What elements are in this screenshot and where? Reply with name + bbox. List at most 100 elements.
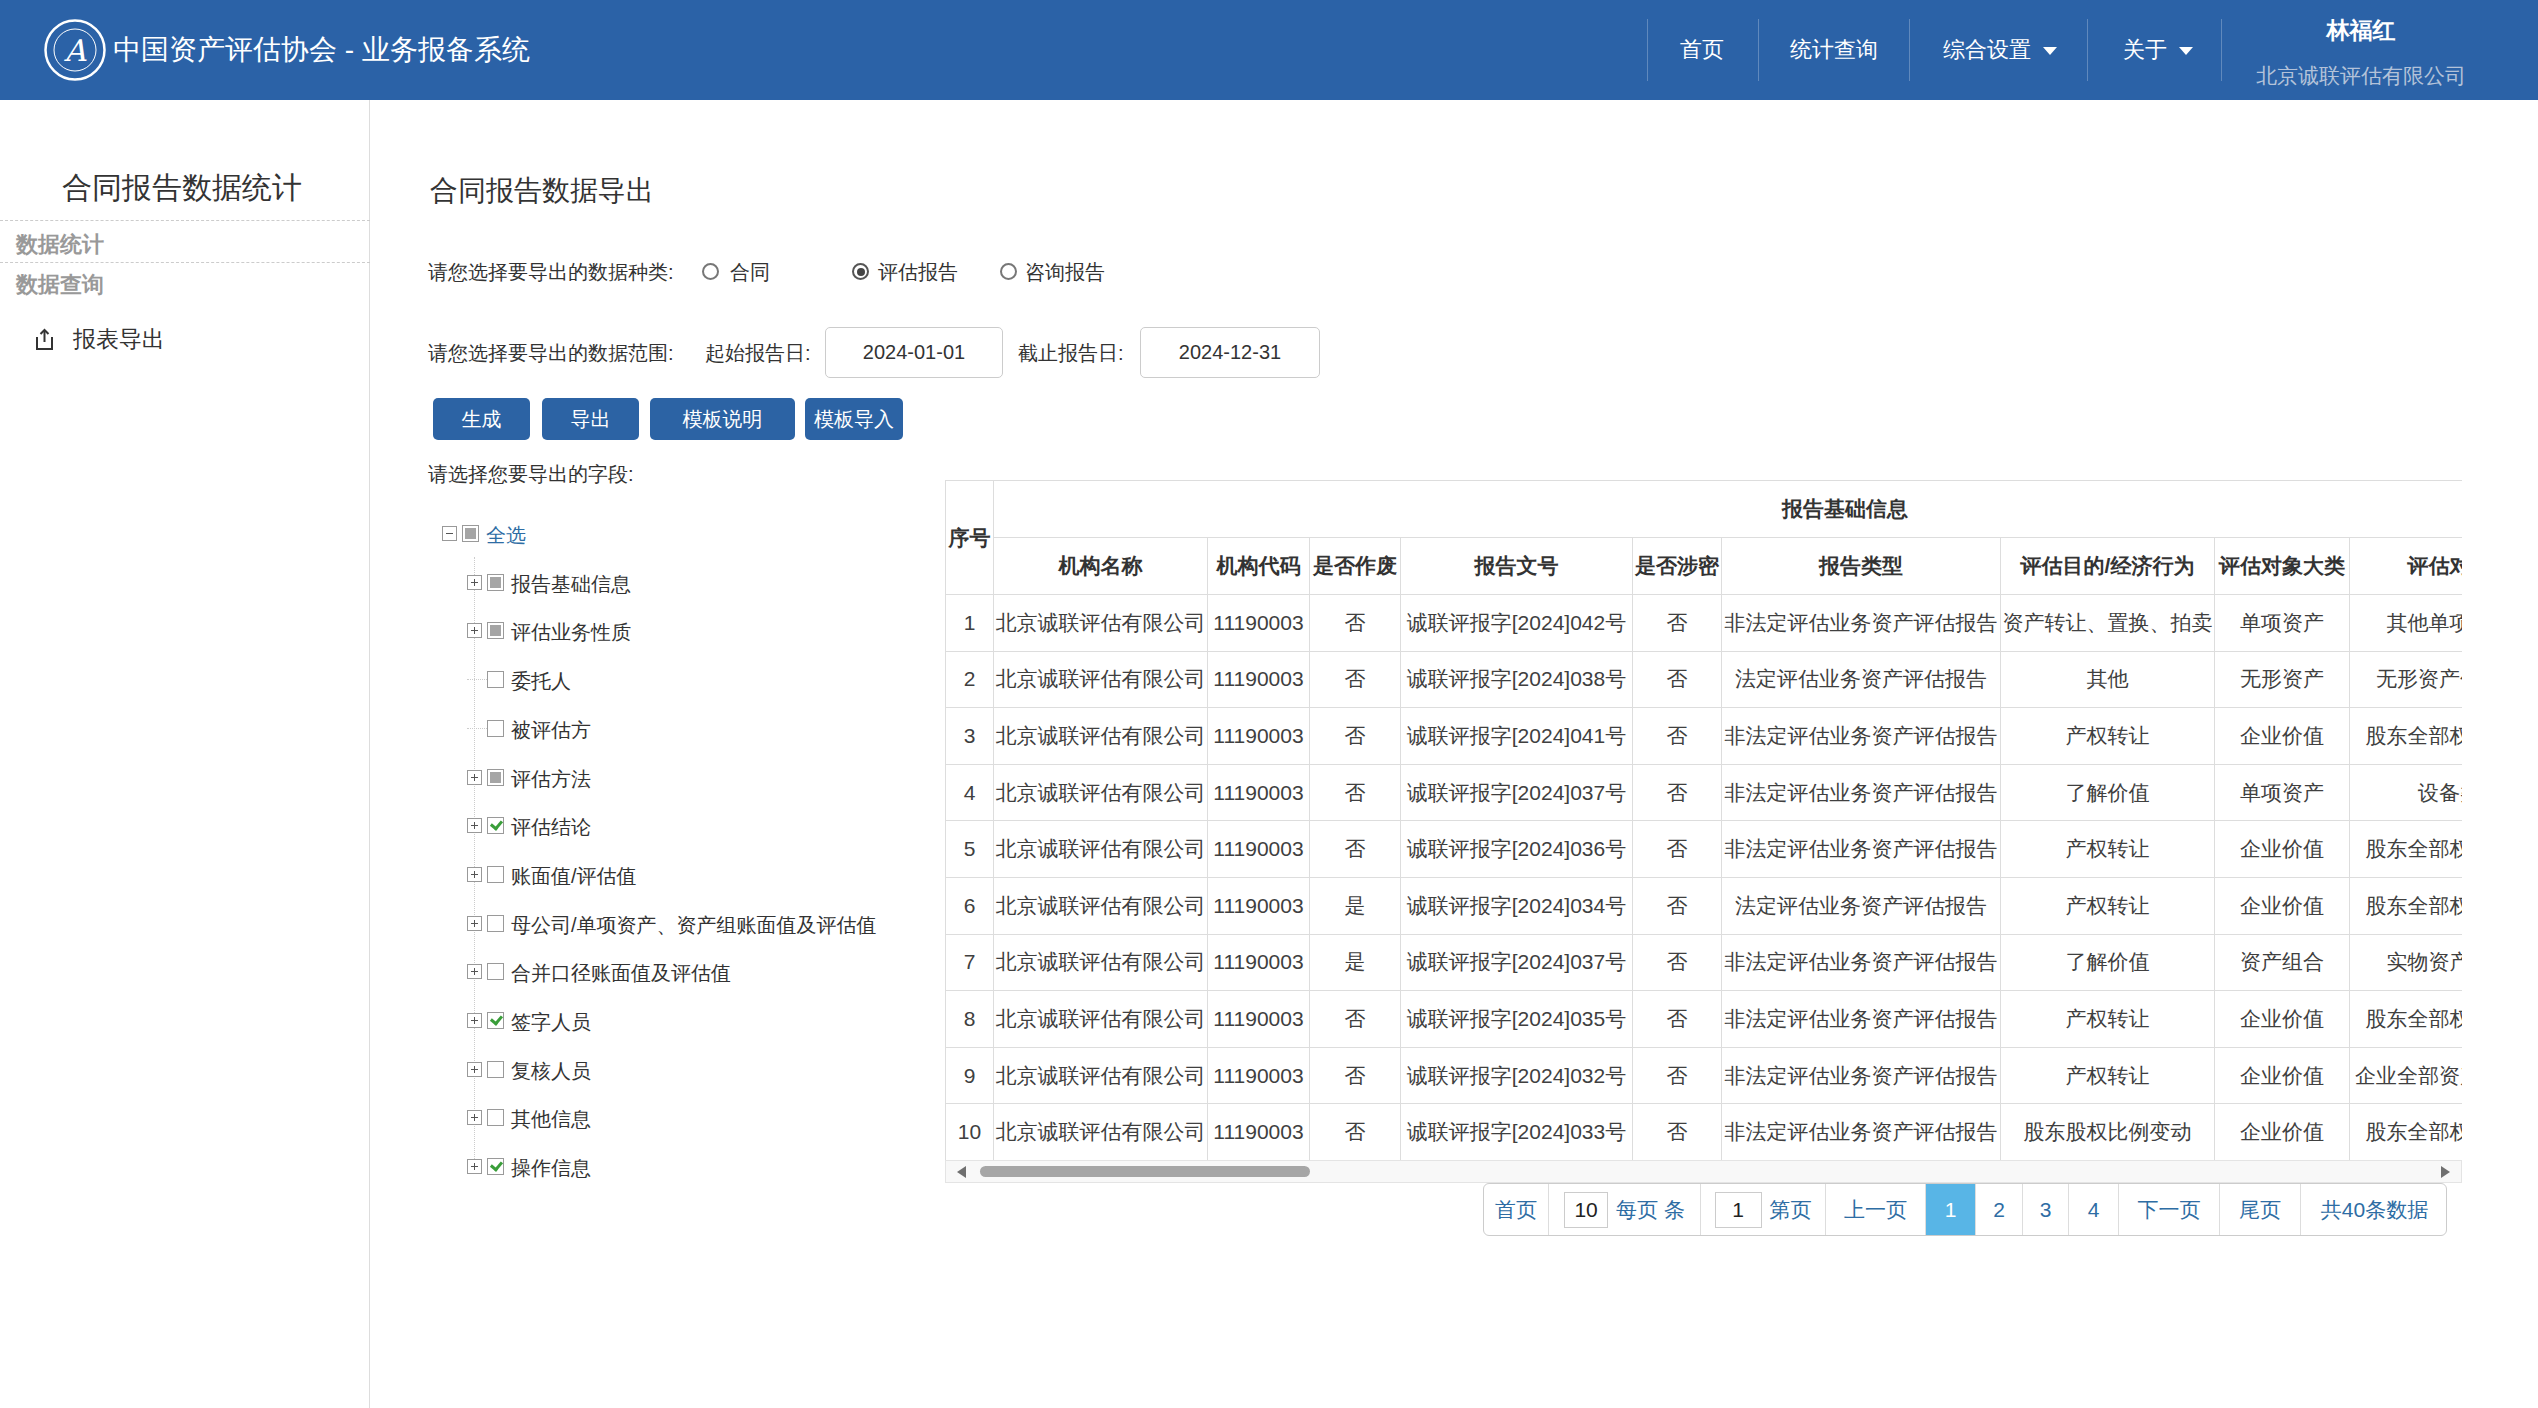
tree-node-label[interactable]: 评估方法 bbox=[511, 766, 591, 793]
table-cell: 产权转让 bbox=[2001, 708, 2215, 765]
tree-node-label[interactable]: 全选 bbox=[486, 522, 526, 549]
tree-checkbox-unchecked[interactable] bbox=[487, 963, 504, 980]
table-cell: 1 bbox=[946, 595, 994, 652]
scrollbar-right-arrow-icon[interactable] bbox=[2441, 1166, 2450, 1178]
user-name[interactable]: 林福红 bbox=[2255, 15, 2467, 46]
tree-node-label[interactable]: 被评估方 bbox=[511, 717, 591, 744]
table-cell: 10 bbox=[946, 1104, 994, 1160]
tree-expand-icon[interactable] bbox=[467, 818, 482, 833]
tree-checkbox-checked[interactable] bbox=[487, 817, 504, 834]
table-cell: 否 bbox=[1633, 1104, 1722, 1160]
pager-next-button[interactable]: 下一页 bbox=[2119, 1184, 2220, 1235]
pager-page-1[interactable]: 1 bbox=[1926, 1184, 1976, 1235]
tree-node-label[interactable]: 报告基础信息 bbox=[511, 571, 631, 598]
tree-node-label[interactable]: 评估结论 bbox=[511, 814, 591, 841]
export-button[interactable]: 导出 bbox=[542, 398, 639, 440]
tree-node-label[interactable]: 签字人员 bbox=[511, 1009, 591, 1036]
tree-node-label[interactable]: 其他信息 bbox=[511, 1106, 591, 1133]
table-cell: 产权转让 bbox=[2001, 991, 2215, 1048]
tree-node-2: 评估业务性质 bbox=[0, 606, 900, 655]
table-cell: 11190003 bbox=[1208, 877, 1310, 934]
tree-checkbox-unchecked[interactable] bbox=[487, 1109, 504, 1126]
nav-item-label: 关于 bbox=[2123, 37, 2167, 62]
tree-node-label[interactable]: 评估业务性质 bbox=[511, 619, 631, 646]
end-date-input[interactable]: 2024-12-31 bbox=[1140, 327, 1320, 378]
fields-label: 请选择您要导出的字段: bbox=[428, 462, 634, 486]
tree-checkbox-indeterminate[interactable] bbox=[487, 574, 504, 591]
tree-expand-icon[interactable] bbox=[467, 623, 482, 638]
nav-item-3[interactable]: 关于 bbox=[2123, 0, 2193, 100]
tree-expand-icon[interactable] bbox=[467, 770, 482, 785]
data-type-label: 请您选择要导出的数据种类: bbox=[428, 260, 674, 284]
tree-node-label[interactable]: 操作信息 bbox=[511, 1155, 591, 1182]
table-cell: 了解价值 bbox=[2001, 934, 2215, 991]
template-import-button[interactable]: 模板导入 bbox=[805, 398, 903, 440]
pager-last-button[interactable]: 尾页 bbox=[2220, 1184, 2301, 1235]
tree-expand-icon[interactable] bbox=[467, 1159, 482, 1174]
tree-expand-icon[interactable] bbox=[467, 1013, 482, 1028]
table-cell: 实物资产组合 bbox=[2350, 934, 2463, 991]
data-type-radio-2[interactable] bbox=[1000, 263, 1017, 280]
table-cell: 北京诚联评估有限公司 bbox=[994, 934, 1208, 991]
tree-checkbox-unchecked[interactable] bbox=[487, 1061, 504, 1078]
table-cell: 诚联评报字[2024]038号 bbox=[1401, 651, 1633, 708]
pager-first-button[interactable]: 首页 bbox=[1484, 1184, 1549, 1235]
tree-node-4: 被评估方 bbox=[0, 704, 900, 753]
sidebar-item-report-export[interactable]: 报表导出 bbox=[33, 324, 165, 355]
tree-node-8: 母公司/单项资产、资产组账面值及评估值 bbox=[0, 899, 900, 948]
table-cell: 企业价值 bbox=[2215, 877, 2350, 934]
start-date-input[interactable]: 2024-01-01 bbox=[825, 327, 1003, 378]
pager-prev-button[interactable]: 上一页 bbox=[1826, 1184, 1926, 1235]
tree-connector-stub bbox=[467, 679, 487, 680]
tree-expand-icon[interactable] bbox=[467, 1110, 482, 1125]
table-cell: 企业价值 bbox=[2215, 1104, 2350, 1160]
navbar: A 中国资产评估协会 - 业务报备系统 首页统计查询综合设置关于 林福红 北京诚… bbox=[0, 0, 2538, 100]
page-number-input[interactable] bbox=[1715, 1192, 1762, 1228]
pager-page-4[interactable]: 4 bbox=[2069, 1184, 2119, 1235]
tree-checkbox-indeterminate[interactable] bbox=[487, 622, 504, 639]
tree-expand-icon[interactable] bbox=[467, 575, 482, 590]
scrollbar-thumb[interactable] bbox=[980, 1166, 1310, 1177]
tree-expand-icon[interactable] bbox=[467, 1062, 482, 1077]
generate-button[interactable]: 生成 bbox=[433, 398, 530, 440]
tree-node-label[interactable]: 委托人 bbox=[511, 668, 571, 695]
nav-item-1[interactable]: 统计查询 bbox=[1790, 0, 1878, 100]
tree-expand-icon[interactable] bbox=[467, 964, 482, 979]
tree-checkbox-unchecked[interactable] bbox=[487, 720, 504, 737]
tree-checkbox-indeterminate[interactable] bbox=[487, 769, 504, 786]
tree-checkbox-checked[interactable] bbox=[487, 1012, 504, 1029]
table-cell: 5 bbox=[946, 821, 994, 878]
data-type-radio-0[interactable] bbox=[702, 263, 719, 280]
template-help-button[interactable]: 模板说明 bbox=[650, 398, 795, 440]
per-page-input[interactable] bbox=[1564, 1192, 1608, 1228]
nav-item-0[interactable]: 首页 bbox=[1680, 0, 1724, 100]
table-cell: 北京诚联评估有限公司 bbox=[994, 651, 1208, 708]
tree-node-label[interactable]: 账面值/评估值 bbox=[511, 863, 637, 890]
tree-node-label[interactable]: 合并口径账面值及评估值 bbox=[511, 960, 731, 987]
tree-collapse-icon[interactable] bbox=[442, 526, 457, 541]
tree-checkbox-unchecked[interactable] bbox=[487, 866, 504, 883]
data-type-radio-1[interactable] bbox=[852, 263, 869, 280]
sidebar-item-data-statistics[interactable]: 数据统计 bbox=[16, 230, 104, 260]
scrollbar-left-arrow-icon[interactable] bbox=[957, 1166, 966, 1178]
column-header: 机构名称 bbox=[994, 538, 1208, 595]
table-cell: 无形资产使用权 bbox=[2350, 651, 2463, 708]
tree-node-label[interactable]: 复核人员 bbox=[511, 1058, 591, 1085]
tree-expand-icon[interactable] bbox=[467, 867, 482, 882]
tree-node-label[interactable]: 母公司/单项资产、资产组账面值及评估值 bbox=[511, 912, 877, 939]
nav-item-label: 统计查询 bbox=[1790, 37, 1878, 62]
tree-checkbox-unchecked[interactable] bbox=[487, 671, 504, 688]
column-header: 报告文号 bbox=[1401, 538, 1633, 595]
page-number-label: 第页 bbox=[1770, 1196, 1812, 1224]
tree-checkbox-indeterminate[interactable] bbox=[462, 525, 479, 542]
tree-checkbox-unchecked[interactable] bbox=[487, 915, 504, 932]
pager-page-2[interactable]: 2 bbox=[1976, 1184, 2023, 1235]
table-cell: 北京诚联评估有限公司 bbox=[994, 1104, 1208, 1160]
tree-expand-icon[interactable] bbox=[467, 916, 482, 931]
nav-item-2[interactable]: 综合设置 bbox=[1943, 0, 2057, 100]
sidebar-item-data-query[interactable]: 数据查询 bbox=[16, 270, 104, 300]
table-row: 8北京诚联评估有限公司11190003否诚联评报字[2024]035号否非法定评… bbox=[946, 991, 2463, 1048]
table-cell: 11190003 bbox=[1208, 821, 1310, 878]
pager-page-3[interactable]: 3 bbox=[2023, 1184, 2069, 1235]
tree-checkbox-checked[interactable] bbox=[487, 1158, 504, 1175]
